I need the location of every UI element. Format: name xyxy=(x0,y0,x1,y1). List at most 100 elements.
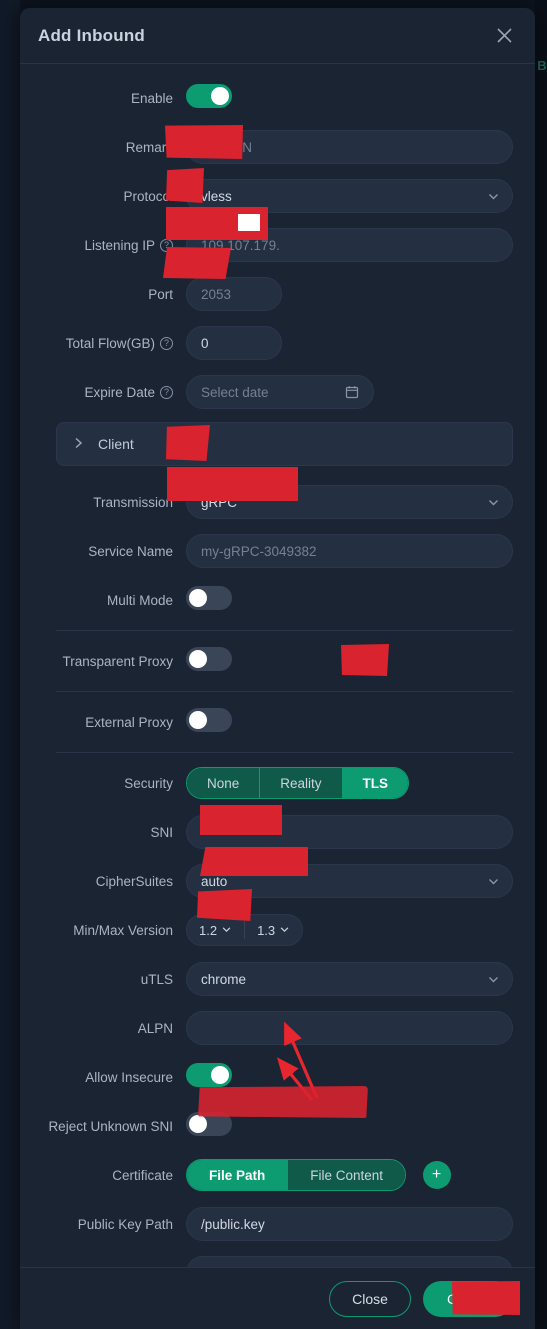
calendar-icon[interactable] xyxy=(345,385,359,399)
expire-date-label: Expire Date ? xyxy=(38,385,186,400)
allow-insecure-control xyxy=(186,1062,513,1092)
help-icon[interactable]: ? xyxy=(160,336,173,350)
alpn-input[interactable] xyxy=(186,1011,513,1045)
certificate-option-file-content[interactable]: File Content xyxy=(288,1160,406,1190)
reject-unknown-sni-control xyxy=(186,1111,513,1141)
allow-insecure-toggle[interactable] xyxy=(186,1062,232,1087)
transparent-proxy-toggle[interactable] xyxy=(186,646,232,671)
close-button[interactable]: Close xyxy=(329,1280,411,1317)
version-range-group: 1.2 1.3 xyxy=(186,914,304,946)
certificate-label: Certificate xyxy=(112,1167,173,1183)
expire-date-placeholder: Select date xyxy=(201,384,269,400)
external-proxy-toggle[interactable] xyxy=(186,707,232,732)
utls-value: chrome xyxy=(201,971,247,987)
sni-label: SNI xyxy=(150,824,173,840)
row-min-max-version: Min/Max Version 1.2 1.3 xyxy=(38,910,513,950)
listening-ip-label-text: Listening IP xyxy=(84,237,155,253)
service-name-label: Service Name xyxy=(88,543,173,559)
row-total-flow: Total Flow(GB) ? 0 xyxy=(38,323,513,363)
listening-ip-input[interactable]: 109.107.179. xyxy=(186,228,513,262)
max-version-value: 1.3 xyxy=(257,922,276,938)
service-name-control: my-gRPC-3049382 xyxy=(186,534,513,568)
min-version-value: 1.2 xyxy=(199,922,218,938)
remark-control: My CDN xyxy=(186,130,513,164)
cipher-suites-value: auto xyxy=(201,873,228,889)
divider xyxy=(56,691,513,692)
client-collapse-panel[interactable]: Client xyxy=(56,422,513,466)
client-panel-label: Client xyxy=(98,436,134,452)
sni-control xyxy=(186,815,513,849)
alpn-control xyxy=(186,1011,513,1045)
add-inbound-modal: Add Inbound Enable Remark My CDN Protoco… xyxy=(20,8,535,1329)
sni-input[interactable] xyxy=(186,815,513,849)
expire-date-label-text: Expire Date xyxy=(84,384,155,400)
background-traffic-badge: B xyxy=(537,58,547,73)
close-icon[interactable] xyxy=(491,23,517,49)
chevron-down-icon xyxy=(487,875,500,888)
allow-insecure-label: Allow Insecure xyxy=(85,1069,173,1085)
public-key-path-input[interactable]: /public.key xyxy=(186,1207,513,1241)
chevron-down-icon xyxy=(279,923,290,938)
utls-select[interactable]: chrome xyxy=(186,962,513,996)
row-reject-unknown-sni: Reject Unknown SNI xyxy=(38,1106,513,1146)
reject-unknown-sni-label: Reject Unknown SNI xyxy=(48,1118,173,1134)
row-external-proxy: External Proxy xyxy=(38,702,513,742)
add-certificate-button[interactable]: + xyxy=(422,1161,451,1190)
total-flow-label: Total Flow(GB) ? xyxy=(38,336,186,351)
security-option-tls[interactable]: TLS xyxy=(342,768,409,798)
multi-mode-toggle[interactable] xyxy=(186,585,232,610)
row-service-name: Service Name my-gRPC-3049382 xyxy=(38,531,513,571)
expire-date-input[interactable]: Select date xyxy=(186,375,374,409)
divider xyxy=(56,752,513,753)
security-option-none[interactable]: None xyxy=(187,768,261,798)
modal-header: Add Inbound xyxy=(20,8,535,64)
row-sni: SNI xyxy=(38,812,513,852)
protocol-select[interactable]: vless xyxy=(186,179,513,213)
toggle-knob xyxy=(211,1065,229,1084)
row-certificate: Certificate File Path File Content + xyxy=(38,1155,513,1195)
transparent-proxy-label: Transparent Proxy xyxy=(62,653,173,669)
row-security: Security None Reality TLS xyxy=(38,763,513,803)
certificate-option-file-path[interactable]: File Path xyxy=(187,1160,289,1190)
row-transmission: Transmission gRPC xyxy=(38,482,513,522)
row-port: Port 2053 xyxy=(38,274,513,314)
service-name-input[interactable]: my-gRPC-3049382 xyxy=(186,534,513,568)
page-background-right xyxy=(535,0,547,1329)
remark-input[interactable]: My CDN xyxy=(186,130,513,164)
chevron-right-icon xyxy=(73,437,84,452)
chevron-down-icon xyxy=(221,923,232,938)
toggle-knob xyxy=(189,649,207,668)
chevron-down-icon xyxy=(487,496,500,509)
min-max-version-control: 1.2 1.3 xyxy=(186,914,513,946)
security-option-reality[interactable]: Reality xyxy=(260,768,343,798)
create-button[interactable]: Create xyxy=(422,1280,513,1317)
min-max-version-label: Min/Max Version xyxy=(73,922,173,938)
row-protocol: Protocol vless xyxy=(38,176,513,216)
total-flow-label-text: Total Flow(GB) xyxy=(65,335,155,351)
utls-control: chrome xyxy=(186,962,513,996)
help-icon[interactable]: ? xyxy=(160,238,173,252)
row-public-key-path: Public Key Path /public.key xyxy=(38,1204,513,1244)
port-input[interactable]: 2053 xyxy=(186,277,282,311)
min-version-select[interactable]: 1.2 xyxy=(187,915,244,945)
cipher-suites-select[interactable]: auto xyxy=(186,864,513,898)
enable-control xyxy=(186,83,513,113)
reject-unknown-sni-toggle[interactable] xyxy=(186,1111,232,1136)
enable-toggle[interactable] xyxy=(186,83,232,108)
help-icon[interactable]: ? xyxy=(160,385,173,399)
modal-title: Add Inbound xyxy=(38,25,145,45)
divider xyxy=(56,630,513,631)
transparent-proxy-control xyxy=(186,646,513,676)
transmission-select[interactable]: gRPC xyxy=(186,485,513,519)
transmission-control: gRPC xyxy=(186,485,513,519)
toggle-knob xyxy=(189,1114,207,1133)
total-flow-input[interactable]: 0 xyxy=(186,326,282,360)
row-transparent-proxy: Transparent Proxy xyxy=(38,641,513,681)
row-allow-insecure: Allow Insecure xyxy=(38,1057,513,1097)
protocol-label: Protocol xyxy=(123,188,173,204)
protocol-control: vless xyxy=(186,179,513,213)
port-control: 2053 xyxy=(186,277,513,311)
modal-footer: Close Create xyxy=(20,1267,535,1329)
max-version-select[interactable]: 1.3 xyxy=(245,915,302,945)
multi-mode-label: Multi Mode xyxy=(106,592,173,608)
